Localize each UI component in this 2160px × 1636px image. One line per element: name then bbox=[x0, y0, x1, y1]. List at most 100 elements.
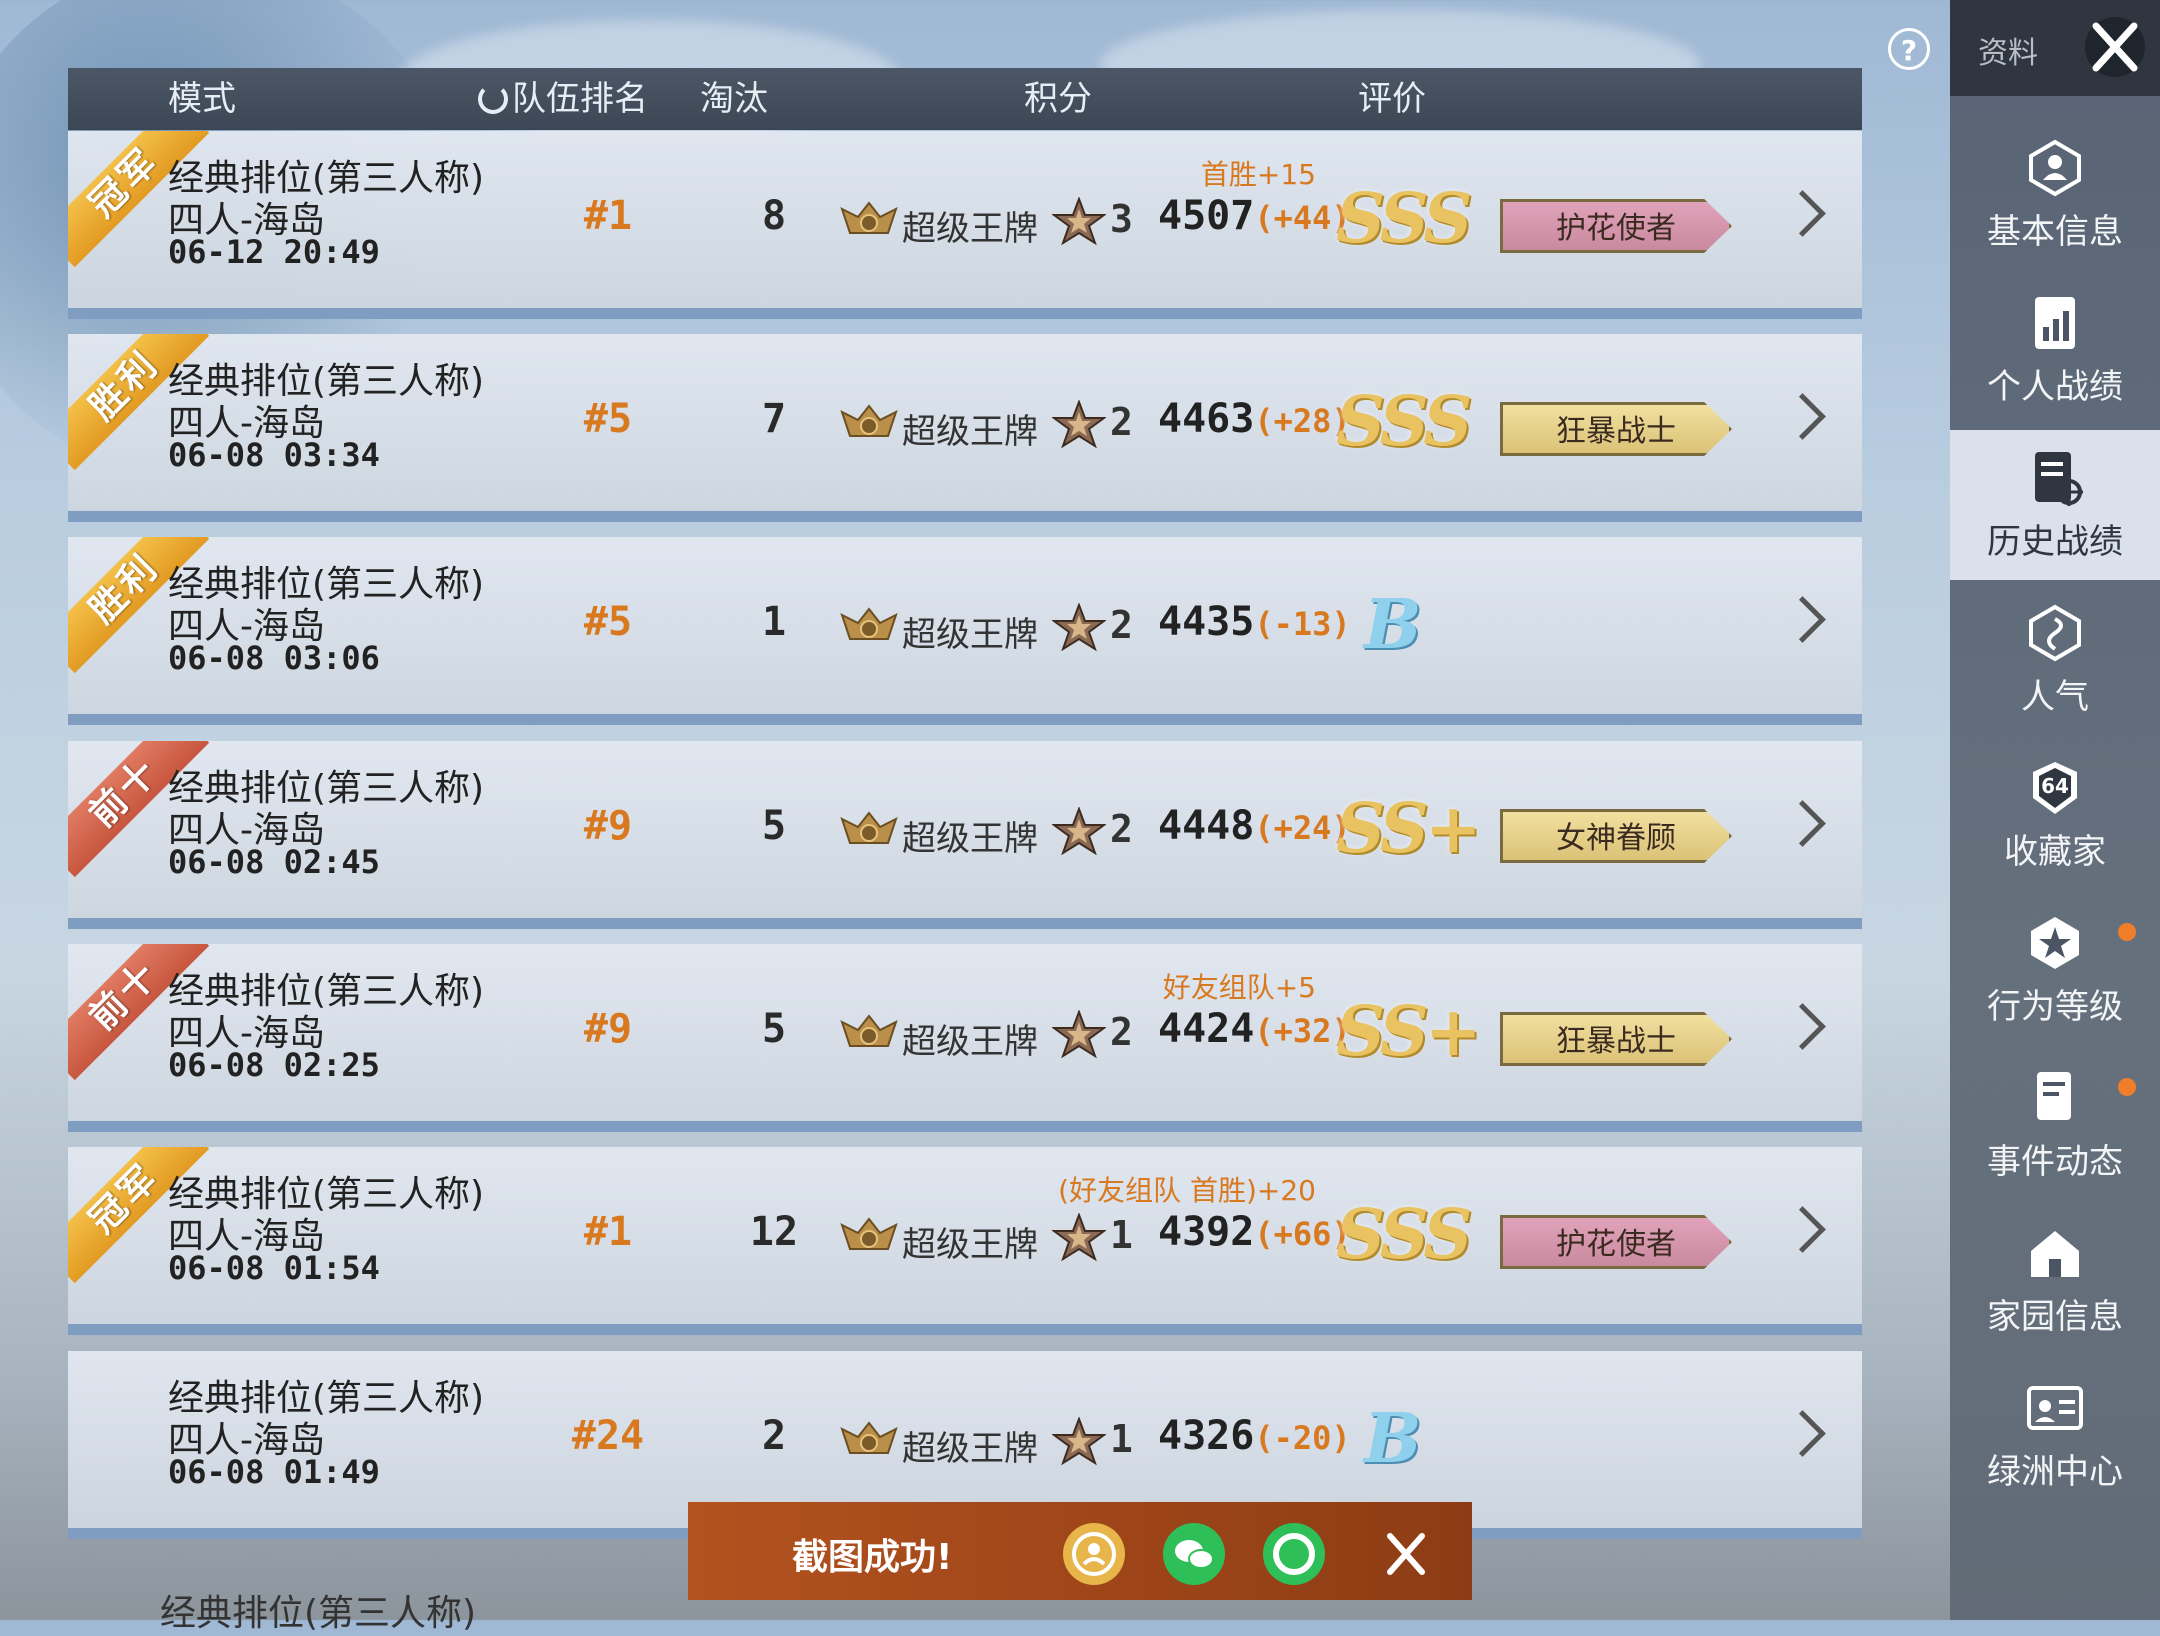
star-count: 2 bbox=[1110, 1010, 1133, 1054]
toast-close-icon[interactable] bbox=[1374, 1522, 1438, 1586]
wechat-share-icon[interactable] bbox=[1162, 1522, 1226, 1586]
tier-badge-icon bbox=[840, 607, 898, 640]
header-evaluation: 评价 bbox=[1358, 79, 1426, 119]
star-rank-icon bbox=[1052, 807, 1106, 855]
sidebar-item-label: 行为等级 bbox=[1987, 987, 2123, 1027]
score-total: 4507 bbox=[1158, 193, 1255, 239]
moments-share-icon[interactable] bbox=[1262, 1522, 1326, 1586]
star-count: 3 bbox=[1110, 197, 1133, 241]
tier-badge-icon bbox=[840, 811, 898, 844]
score-value: 4326(-20) bbox=[1158, 1413, 1351, 1459]
sidebar-item[interactable]: 基本信息 bbox=[1950, 120, 2160, 270]
notification-dot bbox=[2118, 923, 2136, 941]
match-row[interactable]: 胜利 经典排位(第三人称) 四人-海岛 06-08 03:34 #5 7 超级王牌 2 44… bbox=[68, 334, 1862, 522]
score-total: 4326 bbox=[1158, 1413, 1255, 1459]
sidebar-item-label: 历史战绩 bbox=[1987, 522, 2123, 562]
sidebar-item[interactable]: 64 收藏家 bbox=[1950, 740, 2160, 890]
eliminations: 8 bbox=[761, 193, 787, 239]
header-mode: 模式 bbox=[168, 79, 236, 119]
chevron-right-icon[interactable] bbox=[1779, 190, 1826, 237]
eliminations: 7 bbox=[761, 396, 787, 442]
tier-name: 超级王牌 bbox=[902, 819, 1038, 859]
sidebar-item[interactable]: 事件动态 bbox=[1950, 1050, 2160, 1200]
score-bonus: 首胜+15 bbox=[1200, 158, 1316, 191]
sidebar-item[interactable]: 个人战绩 bbox=[1950, 275, 2160, 425]
title-tag: 女神眷顾 bbox=[1500, 809, 1732, 863]
sidebar-item-label: 个人战绩 bbox=[1987, 367, 2123, 407]
tier-badge-icon bbox=[840, 1014, 898, 1047]
match-time: 06-08 02:25 bbox=[168, 1046, 380, 1084]
sidebar-item[interactable]: 绿洲中心 bbox=[1950, 1360, 2160, 1510]
match-row[interactable]: 前十 经典排位(第三人称) 四人-海岛 06-08 02:45 #9 5 超级王牌 2 44… bbox=[68, 741, 1862, 929]
score-total: 4463 bbox=[1158, 396, 1255, 442]
title-tag: 护花使者 bbox=[1500, 1215, 1732, 1269]
match-time: 06-12 20:49 bbox=[168, 233, 380, 271]
help-icon[interactable]: ? bbox=[1888, 28, 1930, 70]
history-doc-icon bbox=[2035, 452, 2083, 506]
sidebar-item[interactable]: 人气 bbox=[1950, 585, 2160, 735]
chevron-right-icon[interactable] bbox=[1779, 1410, 1826, 1457]
score-value: 4392(+66) bbox=[1158, 1209, 1351, 1255]
score-total: 4435 bbox=[1158, 599, 1255, 645]
tab-profile[interactable]: 资料 bbox=[1978, 28, 2038, 72]
star-rank-icon bbox=[1052, 1213, 1106, 1261]
sidebar-item[interactable]: 历史战绩 bbox=[1950, 430, 2160, 580]
peek-row-mode: 经典排位(第三人称) bbox=[160, 1593, 477, 1634]
match-row[interactable]: 前十 经典排位(第三人称) 四人-海岛 06-08 02:25 #9 5 超级王牌 2 44… bbox=[68, 944, 1862, 1132]
eliminations: 2 bbox=[761, 1413, 787, 1459]
eliminations: 5 bbox=[761, 803, 787, 849]
header-team-rank[interactable]: 队伍排名 bbox=[478, 68, 648, 130]
match-row[interactable]: 胜利 经典排位(第三人称) 四人-海岛 06-08 03:06 #5 1 超级王牌 2 44… bbox=[68, 537, 1862, 725]
table-header: 模式 队伍排名 淘汰 积分 评价 bbox=[68, 68, 1862, 130]
tier-badge-icon bbox=[840, 1421, 898, 1454]
team-rank: #9 bbox=[583, 1006, 633, 1052]
score-value: 4448(+24) bbox=[1158, 803, 1351, 849]
match-time: 06-08 03:34 bbox=[168, 436, 380, 474]
team-rank: #1 bbox=[583, 1209, 633, 1255]
evaluation-grade: SSS bbox=[1336, 382, 1472, 462]
behavior-shield-icon bbox=[2031, 917, 2079, 969]
sidebar-item-label: 收藏家 bbox=[2004, 832, 2106, 872]
sidebar-item-label: 家园信息 bbox=[1987, 1297, 2123, 1337]
star-rank-icon bbox=[1052, 603, 1106, 651]
score-value: 4463(+28) bbox=[1158, 396, 1351, 442]
team-rank: #9 bbox=[583, 803, 633, 849]
tier-badge-icon bbox=[840, 201, 898, 234]
team-rank: #24 bbox=[571, 1413, 645, 1459]
match-row[interactable]: 冠军 经典排位(第三人称) 四人-海岛 06-12 20:49 #1 8 超级王牌 3 45… bbox=[68, 131, 1862, 319]
eliminations: 1 bbox=[761, 599, 787, 645]
match-time: 06-08 01:49 bbox=[168, 1453, 380, 1491]
tier-badge-icon bbox=[840, 404, 898, 437]
tier-badge-icon bbox=[840, 1217, 898, 1250]
sidebar: 资料 基本信息个人战绩历史战绩人气 64 收藏家行为等级事件动态家园信息绿洲中心 bbox=[1950, 0, 2160, 1620]
sidebar-top-bar: 资料 bbox=[1950, 0, 2160, 96]
star-count: 2 bbox=[1110, 400, 1133, 444]
tier-name: 超级王牌 bbox=[902, 1225, 1038, 1265]
evaluation-grade: B bbox=[1364, 585, 1422, 665]
score-bonus: 好友组队+5 bbox=[1162, 971, 1316, 1004]
star-count: 1 bbox=[1110, 1213, 1133, 1257]
chevron-right-icon[interactable] bbox=[1779, 596, 1826, 643]
sidebar-item[interactable]: 家园信息 bbox=[1950, 1205, 2160, 1355]
qq-share-icon[interactable] bbox=[1062, 1522, 1126, 1586]
close-icon[interactable] bbox=[2082, 14, 2148, 80]
chevron-right-icon[interactable] bbox=[1779, 393, 1826, 440]
team-rank: #1 bbox=[583, 193, 633, 239]
match-time: 06-08 03:06 bbox=[168, 639, 380, 677]
match-time: 06-08 02:45 bbox=[168, 843, 380, 881]
chevron-right-icon[interactable] bbox=[1779, 1003, 1826, 1050]
refresh-icon[interactable] bbox=[478, 84, 508, 114]
score-value: 4424(+32) bbox=[1158, 1006, 1351, 1052]
score-bonus: (好友组队 首胜)+20 bbox=[1058, 1174, 1316, 1207]
chevron-right-icon[interactable] bbox=[1779, 800, 1826, 847]
tier-name: 超级王牌 bbox=[902, 412, 1038, 452]
tier-name: 超级王牌 bbox=[902, 1429, 1038, 1469]
evaluation-grade: SSS bbox=[1336, 1195, 1472, 1275]
sidebar-item-label: 人气 bbox=[2021, 677, 2089, 717]
evaluation-grade: B bbox=[1364, 1399, 1422, 1479]
match-row[interactable]: 冠军 经典排位(第三人称) 四人-海岛 06-08 01:54 #1 12 超级王牌 14… bbox=[68, 1147, 1862, 1335]
score-total: 4392 bbox=[1158, 1209, 1255, 1255]
chevron-right-icon[interactable] bbox=[1779, 1206, 1826, 1253]
sidebar-item[interactable]: 行为等级 bbox=[1950, 895, 2160, 1045]
header-score: 积分 bbox=[1024, 79, 1092, 119]
